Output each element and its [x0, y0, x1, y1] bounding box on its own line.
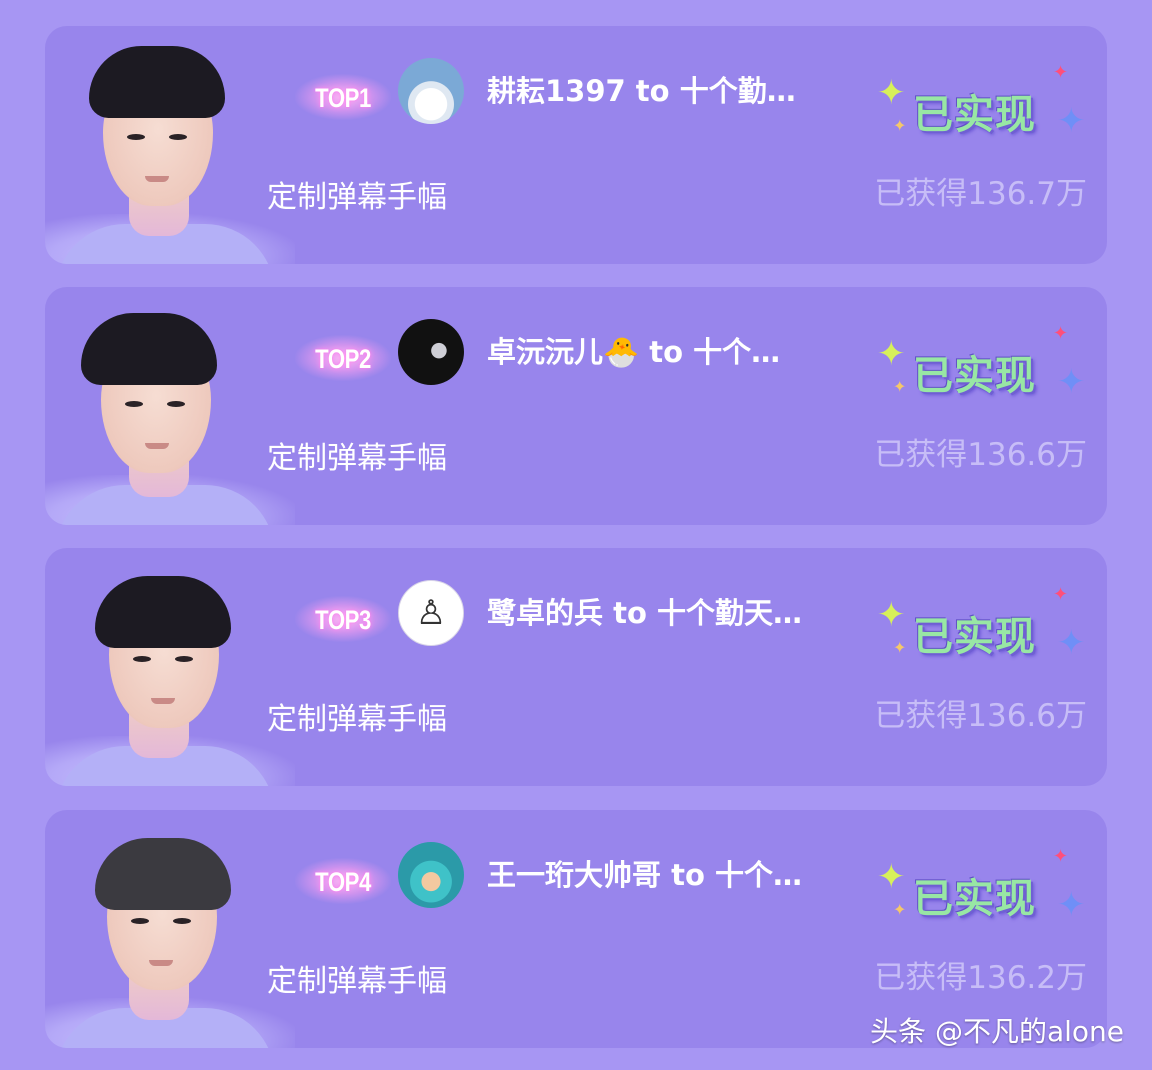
sparkle-icon: ✦ — [877, 595, 906, 635]
earned-amount: 已获得136.6万 — [874, 698, 1087, 734]
sparkle-icon: ✦ — [877, 334, 906, 374]
rank-badge: TOP1 — [295, 74, 391, 120]
card-title[interactable]: 王一珩大帅哥 to 十个… — [487, 852, 877, 894]
sparkle-icon: ✦ — [877, 73, 906, 113]
card-subtitle: 定制弹幕手幅 — [267, 964, 447, 999]
sparkle-icon: ✦ — [1053, 323, 1069, 344]
status-label: 已实现 — [913, 876, 1036, 922]
sparkle-icon: ✦ — [1053, 62, 1069, 83]
card-title[interactable]: 鹭卓的兵 to 十个勤天… — [487, 590, 877, 632]
card-subtitle: 定制弹幕手幅 — [267, 441, 447, 476]
sparkle-icon: ✦ — [1053, 584, 1069, 605]
user-avatar-icon[interactable] — [398, 319, 464, 385]
celebrity-portrait — [45, 26, 295, 264]
celebrity-portrait — [45, 548, 295, 786]
achieved-badge: ✦ ✦ ✦ ✦ 已实现 — [875, 848, 1086, 928]
sketch-figure-icon: ♙ — [415, 593, 447, 633]
rank-badge: TOP4 — [295, 858, 391, 904]
card-subtitle: 定制弹幕手幅 — [267, 180, 447, 215]
sparkle-icon: ✦ — [877, 857, 906, 897]
ranking-card[interactable]: TOP3 ♙ 鹭卓的兵 to 十个勤天… 定制弹幕手幅 ✦ ✦ ✦ ✦ 已实现 … — [45, 548, 1107, 786]
card-title[interactable]: 耕耘1397 to 十个勤… — [487, 68, 877, 110]
rank-badge: TOP2 — [295, 335, 391, 381]
sparkle-icon: ✦ — [1057, 623, 1086, 663]
earned-amount: 已获得136.6万 — [874, 437, 1087, 473]
sparkle-icon: ✦ — [1053, 846, 1069, 867]
ranking-card[interactable]: TOP1 耕耘1397 to 十个勤… 定制弹幕手幅 ✦ ✦ ✦ ✦ 已实现 已… — [45, 26, 1107, 264]
ranking-card[interactable]: TOP2 卓沅沅儿🐣 to 十个… 定制弹幕手幅 ✦ ✦ ✦ ✦ 已实现 已获得… — [45, 287, 1107, 525]
achieved-badge: ✦ ✦ ✦ ✦ 已实现 — [875, 586, 1086, 666]
sparkle-icon: ✦ — [1057, 101, 1086, 141]
achieved-badge: ✦ ✦ ✦ ✦ 已实现 — [875, 64, 1086, 144]
sparkle-icon: ✦ — [893, 638, 907, 657]
celebrity-portrait — [45, 287, 295, 525]
card-title[interactable]: 卓沅沅儿🐣 to 十个… — [487, 329, 877, 371]
sparkle-icon: ✦ — [893, 900, 907, 919]
earned-amount: 已获得136.2万 — [874, 960, 1087, 996]
sparkle-icon: ✦ — [893, 116, 907, 135]
user-avatar-icon[interactable] — [398, 58, 464, 124]
status-label: 已实现 — [913, 614, 1036, 660]
status-label: 已实现 — [913, 353, 1036, 399]
watermark: 头条 @不凡的alone — [870, 1015, 1124, 1048]
card-subtitle: 定制弹幕手幅 — [267, 702, 447, 737]
status-label: 已实现 — [913, 92, 1036, 138]
achieved-badge: ✦ ✦ ✦ ✦ 已实现 — [875, 325, 1086, 405]
earned-amount: 已获得136.7万 — [874, 176, 1087, 212]
sparkle-icon: ✦ — [1057, 885, 1086, 925]
sparkle-icon: ✦ — [893, 377, 907, 396]
sparkle-icon: ✦ — [1057, 362, 1086, 402]
celebrity-portrait — [45, 810, 295, 1048]
rank-badge: TOP3 — [295, 596, 391, 642]
user-avatar-icon[interactable]: ♙ — [398, 580, 464, 646]
user-avatar-icon[interactable] — [398, 842, 464, 908]
